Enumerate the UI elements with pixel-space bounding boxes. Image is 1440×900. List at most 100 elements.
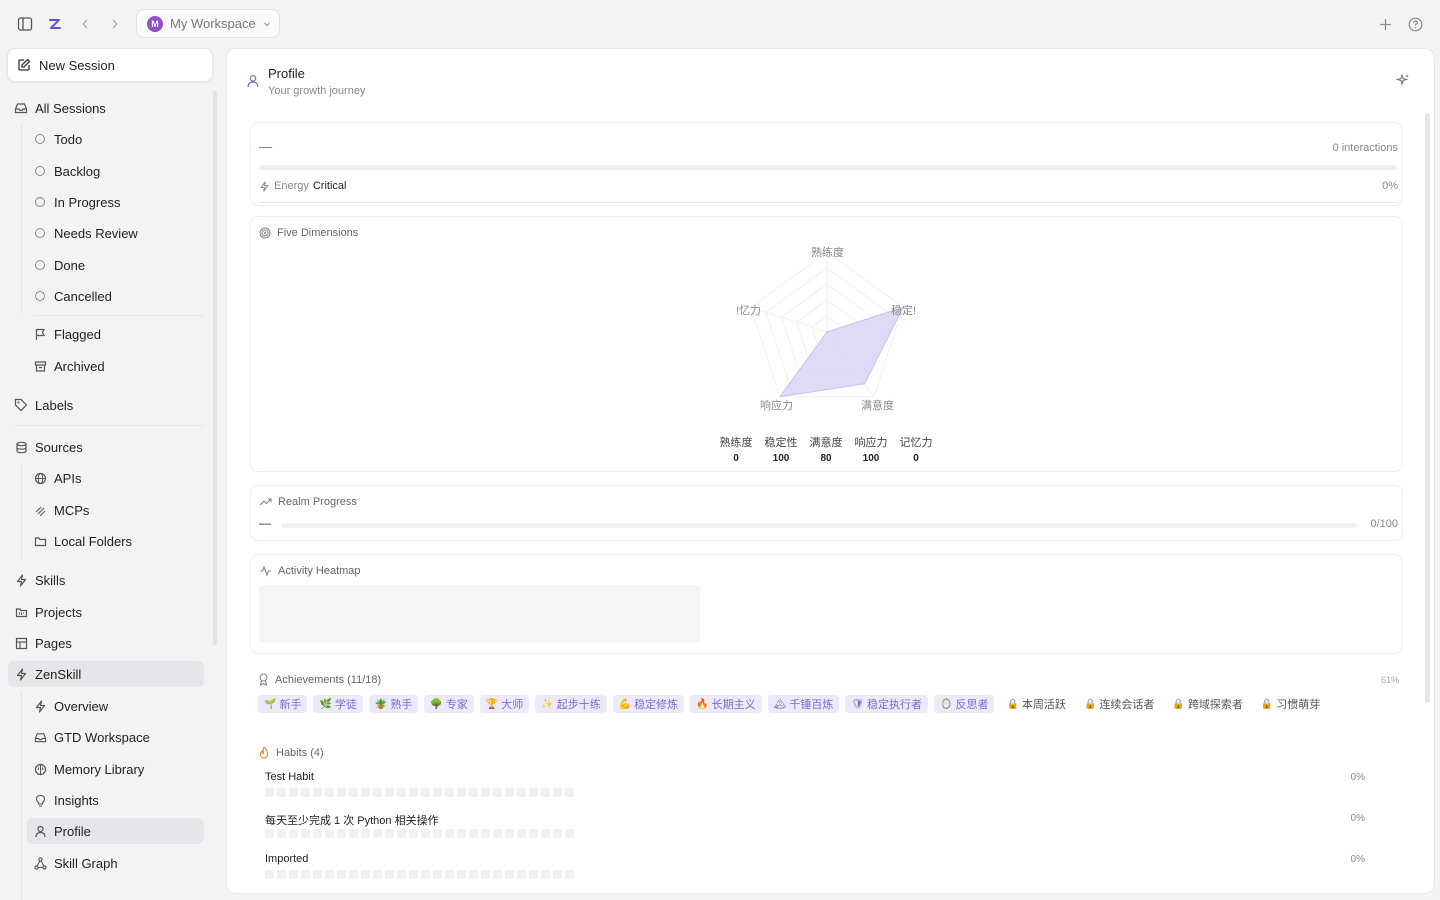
achievement-badge[interactable]: 🔒 连续会话者	[1078, 695, 1160, 713]
workspace-name: My Workspace	[170, 16, 256, 31]
sidebar-scrollbar[interactable]	[213, 91, 217, 645]
achievement-badge[interactable]: 🪞 反思者	[934, 695, 995, 713]
app-logo-icon[interactable]	[44, 13, 66, 35]
database-icon	[14, 440, 28, 454]
habit-day-cell	[565, 870, 574, 879]
interaction-count: 0 interactions	[1332, 142, 1398, 154]
habit-day-cell	[325, 870, 334, 879]
sidebar-item-needs-review[interactable]: Needs Review	[33, 220, 203, 246]
level-card: — 0 interactions Energy Critical 0%	[250, 122, 1403, 206]
habit-day-cell	[445, 788, 454, 797]
habit-day-cell	[265, 870, 274, 879]
sidebar-item-overview[interactable]: Overview	[33, 693, 203, 719]
achievement-badge[interactable]: 🏔 千锤百炼	[767, 695, 840, 713]
main-scrollbar[interactable]	[1425, 113, 1430, 703]
dimension-value: 100	[862, 453, 880, 464]
habit-streak-grid	[265, 829, 574, 838]
habit-day-cell	[505, 870, 514, 879]
habit-day-cell	[541, 870, 550, 879]
habit-day-cell	[505, 829, 514, 838]
sidebar-item-label: Archived	[54, 358, 105, 374]
add-icon[interactable]	[1374, 13, 1396, 35]
achievement-badge[interactable]: ✨ 起步十练	[535, 695, 607, 713]
sidebar-item-skill-graph[interactable]: Skill Graph	[33, 850, 203, 876]
sidebar-item-all-sessions[interactable]: All Sessions	[14, 95, 204, 121]
sidebar-item-mcps[interactable]: MCPs	[33, 497, 203, 523]
habit-day-cell	[433, 870, 442, 879]
lock-icon: 🔒	[1083, 698, 1097, 710]
sidebar-item-zenskill[interactable]: ZenSkill	[8, 661, 204, 687]
sidebar-item-insights[interactable]: Insights	[33, 787, 203, 813]
lock-icon: 🔒	[1006, 698, 1019, 710]
achievement-badge[interactable]: 🔒 习惯萌芽	[1255, 695, 1326, 713]
section-title-text: Achievements (11/18)	[275, 673, 382, 686]
sidebar-item-local-folders[interactable]: Local Folders	[33, 528, 203, 554]
new-session-button[interactable]: New Session	[7, 48, 213, 82]
forward-arrow-icon[interactable]	[104, 13, 126, 35]
achievement-badge[interactable]: 🛡 稳定执行者	[845, 695, 929, 713]
edit-icon	[18, 58, 31, 71]
sidebar-item-sources[interactable]: Sources	[14, 434, 204, 460]
sidebar-item-labels[interactable]: Labels	[14, 392, 204, 418]
sidebar-item-memory-library[interactable]: Memory Library	[33, 756, 203, 782]
achievement-badge[interactable]: 🌿 学徒	[313, 695, 363, 713]
habit-name[interactable]: 每天至少完成 1 次 Python 相关操作	[265, 812, 439, 828]
sidebar-item-in-progress[interactable]: In Progress	[33, 189, 203, 215]
habit-day-cell	[433, 788, 442, 797]
achievement-badge[interactable]: 🔒 跨域探索者	[1166, 695, 1248, 713]
sidebar-item-projects[interactable]: Projects	[14, 599, 204, 625]
activity-heatmap-card: Activity Heatmap	[250, 554, 1403, 654]
divider	[14, 425, 204, 426]
tree-line	[21, 691, 22, 900]
habit-day-cell	[505, 788, 514, 797]
sidebar-item-skills[interactable]: Skills	[14, 567, 204, 593]
sidebar-item-pages[interactable]: Pages	[14, 630, 204, 656]
sidebar-item-gtd-workspace[interactable]: GTD Workspace	[33, 724, 203, 750]
sidebar-item-cancelled[interactable]: Cancelled	[33, 283, 203, 309]
realm-progress-value: 0/100	[1370, 518, 1398, 530]
sidebar-item-label: Profile	[54, 823, 91, 839]
workspace-switcher[interactable]: M My Workspace	[136, 9, 280, 38]
sidebar-item-backlog[interactable]: Backlog	[33, 158, 203, 184]
habit-day-cell	[289, 870, 298, 879]
divider	[259, 202, 1397, 203]
sidebar-item-archived[interactable]: Archived	[33, 353, 203, 379]
achievement-badge[interactable]: 🏆 大师	[479, 695, 530, 713]
habit-name[interactable]: Imported	[265, 853, 308, 865]
achievement-badges: 🌱 新手 🌿 学徒 🪴 熟手 🌳 专家 🏆 大师 ✨ 起步十练 💪 稳定修炼 🔥 长期主义 🏔 千锤百炼 🛡 稳定执行…	[258, 695, 1332, 713]
sidebar-item-label: In Progress	[54, 194, 121, 210]
achievement-badge[interactable]: 🔒 本周活跃	[1000, 695, 1071, 713]
flame-icon	[259, 746, 269, 759]
achievement-label: 习惯萌芽	[1276, 699, 1321, 711]
habit-day-cell	[397, 829, 406, 838]
habit-day-cell	[349, 829, 358, 838]
dimension-name: 满意度	[809, 437, 843, 449]
sidebar-item-profile[interactable]: Profile	[27, 818, 204, 844]
habit-day-cell	[445, 870, 454, 879]
achievement-icon: 💪	[618, 698, 632, 710]
sidebar-item-apis[interactable]: APIs	[33, 465, 203, 491]
back-arrow-icon[interactable]	[74, 13, 96, 35]
habit-day-cell	[457, 788, 466, 797]
achievement-label: 本周活跃	[1021, 699, 1066, 711]
achievement-badge[interactable]: 🌱 新手	[258, 695, 308, 713]
habit-day-cell	[397, 788, 406, 797]
sidebar-item-done[interactable]: Done	[33, 252, 203, 278]
habit-day-cell	[421, 788, 430, 797]
achievement-badge[interactable]: 🌳 专家	[424, 695, 474, 713]
sidebar-item-todo[interactable]: Todo	[33, 126, 203, 152]
habit-name[interactable]: Test Habit	[265, 771, 314, 783]
sidebar-item-flagged[interactable]: Flagged	[33, 321, 203, 347]
achievement-badge[interactable]: 🪴 熟手	[368, 695, 419, 713]
sidebar-item-label: Sources	[35, 439, 83, 455]
dimension-stat: 熟练度 0	[716, 434, 756, 464]
achievement-badge[interactable]: 🔥 长期主义	[690, 695, 762, 713]
help-icon[interactable]	[1404, 13, 1426, 35]
sidebar-toggle-icon[interactable]	[14, 13, 36, 35]
status-circle-icon	[33, 289, 47, 303]
sparkles-icon[interactable]	[1395, 72, 1410, 90]
achievement-label: 反思者	[955, 699, 989, 711]
habit-day-cell	[541, 788, 550, 797]
achievement-badge[interactable]: 💪 稳定修炼	[612, 695, 685, 713]
achievement-icon: 🏆	[485, 698, 499, 710]
